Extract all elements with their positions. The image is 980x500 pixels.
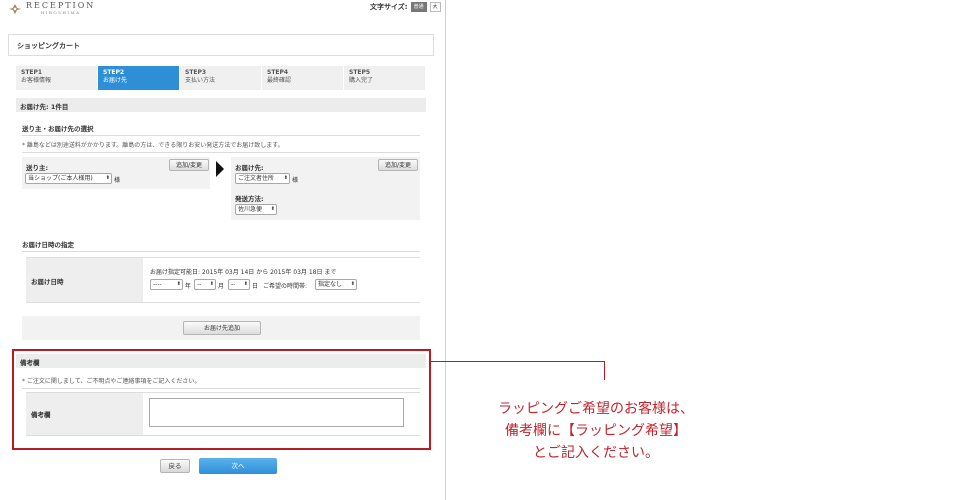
checkout-steps: STEP1 お客様情報 STEP2 お届け先 STEP3 支払い方法 STEP4… <box>16 66 426 90</box>
step-1: STEP1 お客様情報 <box>16 66 98 90</box>
callout-leader-line <box>431 361 605 362</box>
sender-label: 送り主: <box>26 164 49 172</box>
step-label: 最終確認 <box>267 77 292 84</box>
step-label: 購入完了 <box>349 77 374 84</box>
select-arrows-icon: ⬍ <box>270 206 275 212</box>
logo-mark-icon <box>8 3 22 15</box>
shipping-method-select[interactable]: 佐川急便 ⬍ <box>235 204 277 215</box>
select-arrows-icon: ⬍ <box>209 281 214 287</box>
select-arrows-icon: ⬍ <box>243 281 248 287</box>
callout-line-1: ラッピングご希望のお客様は、 <box>498 401 694 417</box>
select-arrows-icon: ⬍ <box>350 281 355 287</box>
font-size-large-button[interactable]: 大 <box>429 2 441 12</box>
font-size-switcher: 文字サイズ: 普通 大 <box>370 2 441 12</box>
divider <box>22 251 420 252</box>
brand-sub: HIROSHIMA <box>40 10 81 15</box>
shipping-note: * 離島などは別途送料がかかります。離島の方は、できる限りお安い発送方法でお届け… <box>22 142 284 149</box>
recipient-add-change-button[interactable]: 追加/変更 <box>378 159 418 171</box>
day-unit: 日 <box>252 283 259 290</box>
month-unit: 月 <box>218 283 225 290</box>
step-2: STEP2 お届け先 <box>98 66 180 90</box>
day-select[interactable]: -- ⬍ <box>228 279 250 290</box>
step-4: STEP4 最終確認 <box>262 66 344 90</box>
recipient-sama: 様 <box>292 177 299 184</box>
cart-title: ショッピングカート <box>8 34 434 56</box>
logo[interactable]: RECEPTION HIROSHIMA <box>8 2 95 15</box>
recipient-label: お届け先: <box>235 164 264 172</box>
step-number: STEP4 <box>267 69 289 76</box>
sender-sama: 様 <box>114 177 121 184</box>
divider <box>22 135 420 136</box>
add-delivery-button[interactable]: お届け先追加 <box>183 321 261 335</box>
year-unit: 年 <box>185 283 192 290</box>
back-button[interactable]: 戻る <box>160 459 190 473</box>
step-number: STEP3 <box>185 69 207 76</box>
font-size-normal-button[interactable]: 普通 <box>410 2 427 12</box>
step-number: STEP2 <box>103 69 125 76</box>
shipping-method-value: 佐川急便 <box>238 206 263 213</box>
step-label: 支払い方法 <box>185 77 216 84</box>
sender-add-change-button[interactable]: 追加/変更 <box>169 159 209 171</box>
month-select-value: -- <box>197 281 202 288</box>
wrapping-callout: ラッピングご希望のお客様は、 備考欄に【ラッピング希望】 とご記入ください。 <box>456 398 736 464</box>
font-size-label: 文字サイズ: <box>370 3 408 11</box>
datetime-section-title: お届け日時の指定 <box>22 241 74 249</box>
year-select-value: ---- <box>153 281 162 288</box>
select-arrows-icon: ⬍ <box>105 175 110 181</box>
select-arrows-icon: ⬍ <box>176 281 181 287</box>
time-slot-select[interactable]: 指定なし ⬍ <box>315 279 357 290</box>
delivery-count-heading: お届け先: 1件目 <box>16 98 426 112</box>
month-select[interactable]: -- ⬍ <box>194 279 216 290</box>
shipping-method-label: 発送方法: <box>235 195 264 203</box>
callout-line-2: 備考欄に【ラッピング希望】 <box>505 423 687 439</box>
sender-section-title: 送り主・お届け先の選択 <box>22 125 94 133</box>
day-select-value: -- <box>231 281 236 288</box>
datetime-label: お届け日時 <box>31 278 64 286</box>
step-label: お届け先 <box>103 77 128 84</box>
step-3: STEP3 支払い方法 <box>180 66 262 90</box>
arrow-right-icon <box>216 161 224 177</box>
select-arrows-icon: ⬍ <box>283 175 288 181</box>
remarks-highlight-box <box>12 349 431 450</box>
step-number: STEP1 <box>21 69 43 76</box>
year-select[interactable]: ---- ⬍ <box>150 279 183 290</box>
step-label: お客様情報 <box>21 77 52 84</box>
step-number: STEP5 <box>349 69 371 76</box>
brand-name: RECEPTION <box>26 1 96 10</box>
callout-line-3: とご記入ください。 <box>533 445 659 461</box>
delivery-range-text: お届け指定可能日: 2015年 03月 14日 から 2015年 03月 18日… <box>150 269 337 276</box>
time-slot-label: ご希望の時間帯: <box>263 283 308 290</box>
time-slot-value: 指定なし <box>318 281 343 288</box>
step-5: STEP5 購入完了 <box>344 66 426 90</box>
sender-select-value: 当ショップ(ご本人様用) <box>28 175 93 182</box>
next-button[interactable]: 次へ <box>199 458 277 474</box>
page-frame: RECEPTION HIROSHIMA 文字サイズ: 普通 大 ショッピングカー… <box>0 0 446 500</box>
sender-select[interactable]: 当ショップ(ご本人様用) ⬍ <box>25 173 112 184</box>
callout-leader-line <box>604 361 605 380</box>
recipient-select-value: ご注文者住所 <box>238 175 275 182</box>
recipient-select[interactable]: ご注文者住所 ⬍ <box>235 173 290 184</box>
divider <box>22 152 420 153</box>
